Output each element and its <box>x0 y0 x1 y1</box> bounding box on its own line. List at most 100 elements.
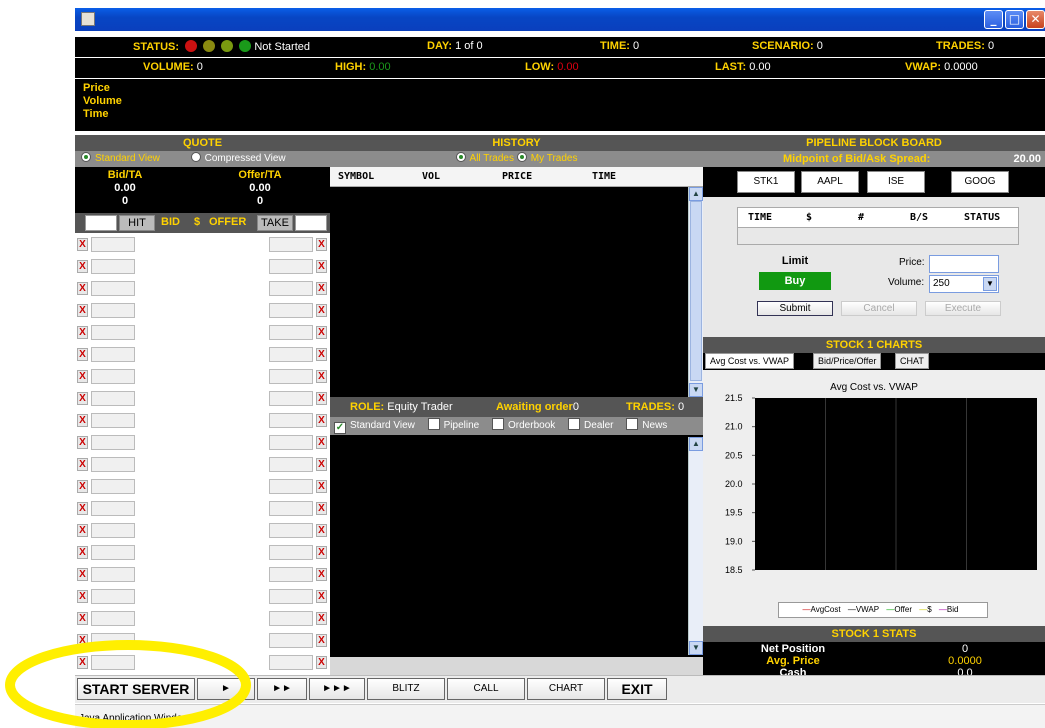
remove-bid-icon[interactable]: X <box>77 348 88 361</box>
message-scrollbar[interactable]: ▲ ▼ <box>688 437 703 655</box>
remove-bid-icon[interactable]: X <box>77 458 88 471</box>
all-trades-radio[interactable]: All Trades <box>455 152 514 164</box>
price-input[interactable] <box>929 255 999 273</box>
offer-entry-box[interactable] <box>269 237 313 252</box>
order-type-limit[interactable]: Limit <box>759 255 831 267</box>
offer-entry-box[interactable] <box>269 325 313 340</box>
remove-offer-icon[interactable]: X <box>316 348 327 361</box>
filter-news[interactable]: News <box>626 418 667 431</box>
bid-entry-box[interactable] <box>91 435 135 450</box>
stock-stk1-button[interactable]: STK1 <box>737 171 795 193</box>
bid-entry-box[interactable] <box>91 281 135 296</box>
offer-entry-box[interactable] <box>269 369 313 384</box>
offer-entry-box[interactable] <box>269 611 313 626</box>
remove-offer-icon[interactable]: X <box>316 480 327 493</box>
chart-button[interactable]: CHART <box>527 678 605 700</box>
bid-entry-box[interactable] <box>91 303 135 318</box>
remove-offer-icon[interactable]: X <box>316 260 327 273</box>
offer-entry-box[interactable] <box>269 391 313 406</box>
volume-select[interactable]: 250 ▼ <box>929 275 999 293</box>
pcol-status[interactable]: STATUS <box>964 212 1000 223</box>
bid-entry-box[interactable] <box>91 457 135 472</box>
offer-entry-box[interactable] <box>269 589 313 604</box>
remove-bid-icon[interactable]: X <box>77 590 88 603</box>
offer-entry-box[interactable] <box>269 435 313 450</box>
bid-entry-box[interactable] <box>91 413 135 428</box>
scroll-down-icon[interactable]: ▼ <box>689 641 703 655</box>
exit-button[interactable]: EXIT <box>607 678 667 700</box>
bid-entry-box[interactable] <box>91 501 135 516</box>
remove-bid-icon[interactable]: X <box>77 568 88 581</box>
bid-entry-box[interactable] <box>91 391 135 406</box>
scroll-down-icon[interactable]: ▼ <box>689 383 703 397</box>
my-trades-radio[interactable]: My Trades <box>516 152 577 164</box>
tab-bid-price-offer[interactable]: Bid/Price/Offer <box>813 353 882 369</box>
remove-bid-icon[interactable]: X <box>77 546 88 559</box>
blitz-button[interactable]: BLITZ <box>367 678 445 700</box>
execute-button[interactable]: Execute <box>925 301 1001 316</box>
stock-goog-button[interactable]: GOOG <box>951 171 1009 193</box>
remove-offer-icon[interactable]: X <box>316 238 327 251</box>
filter-standard-view[interactable]: ✓ Standard View <box>334 420 415 434</box>
tab-avg-cost-vwap[interactable]: Avg Cost vs. VWAP <box>705 353 795 369</box>
faster-forward-button[interactable]: ►►► <box>309 678 365 700</box>
close-icon[interactable]: ✕ <box>1026 10 1045 29</box>
remove-offer-icon[interactable]: X <box>316 436 327 449</box>
minimize-icon[interactable]: _ <box>984 10 1003 29</box>
hit-qty-input[interactable] <box>85 215 117 231</box>
scroll-thumb[interactable] <box>690 201 702 381</box>
remove-offer-icon[interactable]: X <box>316 304 327 317</box>
offer-entry-box[interactable] <box>269 567 313 582</box>
remove-bid-icon[interactable]: X <box>77 326 88 339</box>
remove-offer-icon[interactable]: X <box>316 458 327 471</box>
take-button[interactable]: TAKE <box>257 215 293 231</box>
remove-bid-icon[interactable]: X <box>77 436 88 449</box>
bid-entry-box[interactable] <box>91 369 135 384</box>
pcol-dollar[interactable]: $ <box>806 212 812 223</box>
bid-entry-box[interactable] <box>91 259 135 274</box>
remove-offer-icon[interactable]: X <box>316 568 327 581</box>
remove-bid-icon[interactable]: X <box>77 260 88 273</box>
tab-chat[interactable]: CHAT <box>895 353 929 369</box>
offer-entry-box[interactable] <box>269 413 313 428</box>
offer-entry-box[interactable] <box>269 545 313 560</box>
col-price[interactable]: PRICE <box>502 171 532 182</box>
remove-offer-icon[interactable]: X <box>316 590 327 603</box>
offer-entry-box[interactable] <box>269 303 313 318</box>
offer-entry-box[interactable] <box>269 501 313 516</box>
bid-entry-box[interactable] <box>91 325 135 340</box>
bid-entry-box[interactable] <box>91 567 135 582</box>
offer-entry-box[interactable] <box>269 655 313 670</box>
scroll-up-icon[interactable]: ▲ <box>689 437 703 451</box>
filter-dealer[interactable]: Dealer <box>568 418 614 431</box>
filter-pipeline[interactable]: Pipeline <box>427 418 479 431</box>
col-vol[interactable]: VOL <box>422 171 440 182</box>
remove-offer-icon[interactable]: X <box>316 524 327 537</box>
fast-forward-button[interactable]: ►► <box>257 678 307 700</box>
maximize-icon[interactable]: □ <box>1005 10 1024 29</box>
stock-aapl-button[interactable]: AAPL <box>801 171 859 193</box>
remove-offer-icon[interactable]: X <box>316 370 327 383</box>
filter-orderbook[interactable]: Orderbook <box>492 418 555 431</box>
history-scrollbar[interactable]: ▲ ▼ <box>688 187 703 397</box>
take-qty-input[interactable] <box>295 215 327 231</box>
remove-bid-icon[interactable]: X <box>77 480 88 493</box>
bid-entry-box[interactable] <box>91 237 135 252</box>
pcol-count[interactable]: # <box>858 212 864 223</box>
remove-offer-icon[interactable]: X <box>316 612 327 625</box>
remove-bid-icon[interactable]: X <box>77 370 88 383</box>
remove-offer-icon[interactable]: X <box>316 392 327 405</box>
offer-entry-box[interactable] <box>269 457 313 472</box>
pcol-bs[interactable]: B/S <box>910 212 928 223</box>
col-symbol[interactable]: SYMBOL <box>338 171 374 182</box>
compressed-view-radio[interactable]: Compressed View <box>190 152 286 164</box>
remove-bid-icon[interactable]: X <box>77 502 88 515</box>
remove-offer-icon[interactable]: X <box>316 282 327 295</box>
pcol-time[interactable]: TIME <box>748 212 772 223</box>
offer-entry-box[interactable] <box>269 259 313 274</box>
hit-button[interactable]: HIT <box>119 215 155 231</box>
bid-entry-box[interactable] <box>91 545 135 560</box>
cancel-button[interactable]: Cancel <box>841 301 917 316</box>
bid-entry-box[interactable] <box>91 589 135 604</box>
offer-entry-box[interactable] <box>269 479 313 494</box>
